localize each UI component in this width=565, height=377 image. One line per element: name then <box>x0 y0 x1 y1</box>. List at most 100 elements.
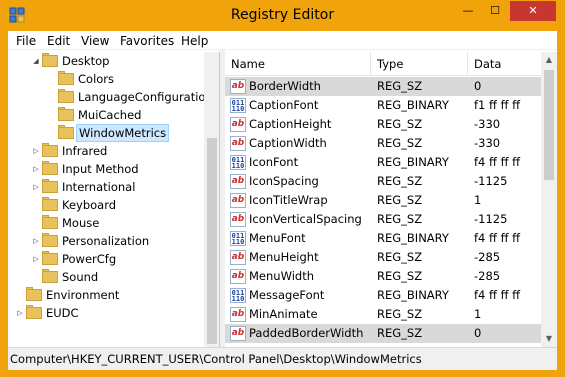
tree-item-international[interactable]: ▷ International <box>10 178 204 196</box>
value-row[interactable]: 011 110 IconFont REG_BINARY f4 ff ff ff <box>225 153 541 172</box>
value-row[interactable]: ab MinAnimate REG_SZ 1 <box>225 305 541 324</box>
column-header-data[interactable]: Data <box>468 52 541 76</box>
folder-icon <box>58 89 74 103</box>
expand-arrow-icon[interactable]: ▷ <box>32 255 40 263</box>
expand-arrow-icon[interactable]: ▷ <box>32 165 40 173</box>
scroll-up-arrow-icon[interactable]: ▲ <box>541 52 557 68</box>
value-type: REG_SZ <box>377 136 423 150</box>
title-bar[interactable]: Registry Editor — ☐ ✕ <box>0 0 565 31</box>
tree-vertical-scrollbar[interactable] <box>204 52 219 347</box>
tree-item-eudc[interactable]: ▷ EUDC <box>10 304 204 322</box>
value-data: 0 <box>474 326 482 340</box>
window-client-area: File Edit View Favorites Help ◢ Desktop Co… <box>8 31 557 370</box>
scroll-down-arrow-icon[interactable]: ▼ <box>541 331 557 347</box>
maximize-button[interactable]: ☐ <box>482 1 508 21</box>
folder-icon <box>42 215 58 229</box>
value-row[interactable]: 011 110 CaptionFont REG_BINARY f1 ff ff ff <box>225 96 541 115</box>
value-name: IconVerticalSpacing <box>249 212 362 226</box>
tree-item-mouse[interactable]: Mouse <box>10 214 204 232</box>
value-type: REG_SZ <box>377 117 423 131</box>
value-type: REG_BINARY <box>377 288 449 302</box>
tree-item-sound[interactable]: Sound <box>10 268 204 286</box>
tree-item-label: Environment <box>46 288 120 302</box>
string-value-icon: ab <box>230 136 246 151</box>
menu-bar: File Edit View Favorites Help <box>8 31 557 50</box>
value-name: CaptionHeight <box>249 117 332 131</box>
value-name: CaptionWidth <box>249 136 327 150</box>
folder-icon <box>26 287 42 301</box>
tree-item-infrared[interactable]: ▷ Infrared <box>10 142 204 160</box>
registry-key-tree[interactable]: ◢ Desktop Colors LanguageConfiguration MuiCa… <box>10 52 220 347</box>
value-row[interactable]: ab MenuHeight REG_SZ -285 <box>225 248 541 267</box>
value-name: MessageFont <box>249 288 325 302</box>
value-row[interactable]: ab PaddedBorderWidth REG_SZ 0 <box>225 324 541 343</box>
value-row[interactable]: ab MenuWidth REG_SZ -285 <box>225 267 541 286</box>
folder-icon <box>42 197 58 211</box>
minimize-button[interactable]: — <box>455 1 481 21</box>
value-data: -330 <box>474 117 501 131</box>
expand-arrow-icon[interactable]: ▷ <box>32 183 40 191</box>
menu-file[interactable]: File <box>14 33 38 49</box>
tree-item-input-method[interactable]: ▷ Input Method <box>10 160 204 178</box>
tree-item-desktop[interactable]: ◢ Desktop <box>10 52 204 70</box>
column-header-name[interactable]: Name <box>225 52 371 76</box>
tree-item-label: LanguageConfiguration <box>78 90 213 104</box>
value-data: -330 <box>474 136 501 150</box>
tree-item-label: Sound <box>62 270 99 284</box>
tree-item-label: EUDC <box>46 306 79 320</box>
value-row[interactable]: ab CaptionWidth REG_SZ -330 <box>225 134 541 153</box>
column-header-type[interactable]: Type <box>371 52 468 76</box>
menu-help[interactable]: Help <box>179 33 210 49</box>
value-data: -1125 <box>474 174 508 188</box>
tree-item-label: Personalization <box>62 234 150 248</box>
tree-item-powercfg[interactable]: ▷ PowerCfg <box>10 250 204 268</box>
value-type: REG_SZ <box>377 269 423 283</box>
value-row[interactable]: ab IconTitleWrap REG_SZ 1 <box>225 191 541 210</box>
tree-item-label: PowerCfg <box>62 252 117 266</box>
string-value-icon: ab <box>230 269 246 284</box>
value-type: REG_BINARY <box>377 98 449 112</box>
registry-values-list[interactable]: Name Type Data ab BorderWidth REG_SZ 0 011 11… <box>225 52 557 347</box>
string-value-icon: ab <box>230 193 246 208</box>
tree-item-label: MuiCached <box>78 108 142 122</box>
tree-item-windowmetrics[interactable]: WindowMetrics <box>10 124 204 142</box>
scrollbar-thumb[interactable] <box>544 70 554 180</box>
value-row[interactable]: ab BorderWidth REG_SZ 0 <box>225 77 541 96</box>
expand-arrow-icon[interactable]: ▷ <box>16 309 24 317</box>
value-row[interactable]: ab CaptionHeight REG_SZ -330 <box>225 115 541 134</box>
menu-view[interactable]: View <box>79 33 111 49</box>
value-row[interactable]: ab IconSpacing REG_SZ -1125 <box>225 172 541 191</box>
string-value-icon: ab <box>230 117 246 132</box>
main-content: ◢ Desktop Colors LanguageConfiguration MuiCa… <box>8 50 557 347</box>
binary-value-icon: 011 110 <box>230 98 246 113</box>
value-row[interactable]: 011 110 MenuFont REG_BINARY f4 ff ff ff <box>225 229 541 248</box>
tree-item-colors[interactable]: Colors <box>10 70 204 88</box>
value-data: -285 <box>474 269 501 283</box>
current-key-path: Computer\HKEY_CURRENT_USER\Control Panel… <box>10 352 422 366</box>
tree-item-muicached[interactable]: MuiCached <box>10 106 204 124</box>
list-header: Name Type Data <box>225 52 541 76</box>
tree-item-languageconfiguration[interactable]: LanguageConfiguration <box>10 88 213 106</box>
collapse-arrow-icon[interactable]: ◢ <box>32 57 40 65</box>
expand-arrow-icon[interactable]: ▷ <box>32 147 40 155</box>
values-vertical-scrollbar[interactable]: ▲ ▼ <box>541 52 557 347</box>
menu-edit[interactable]: Edit <box>45 33 72 49</box>
string-value-icon: ab <box>230 79 246 94</box>
close-button[interactable]: ✕ <box>510 1 556 21</box>
tree-item-personalization[interactable]: ▷ Personalization <box>10 232 204 250</box>
expand-arrow-icon[interactable]: ▷ <box>32 237 40 245</box>
value-type: REG_SZ <box>377 79 423 93</box>
tree-item-keyboard[interactable]: Keyboard <box>10 196 204 214</box>
folder-icon <box>58 71 74 85</box>
value-row[interactable]: ab IconVerticalSpacing REG_SZ -1125 <box>225 210 541 229</box>
value-type: REG_SZ <box>377 193 423 207</box>
tree-item-environment[interactable]: Environment <box>10 286 204 304</box>
value-data: f4 ff ff ff <box>474 155 521 169</box>
value-name: MenuHeight <box>249 250 319 264</box>
value-row[interactable]: 011 110 MessageFont REG_BINARY f4 ff ff ff <box>225 286 541 305</box>
scrollbar-thumb[interactable] <box>207 138 217 344</box>
menu-favorites[interactable]: Favorites <box>118 33 176 49</box>
value-name: IconTitleWrap <box>249 193 328 207</box>
value-name: CaptionFont <box>249 98 319 112</box>
value-data: -285 <box>474 250 501 264</box>
